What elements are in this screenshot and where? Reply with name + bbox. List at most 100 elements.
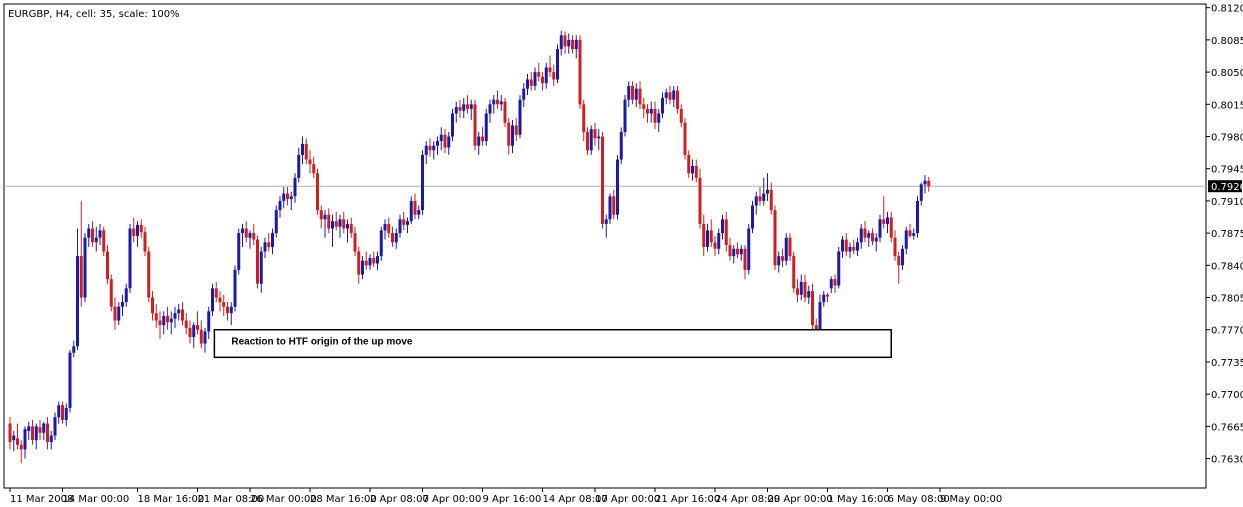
candle-body bbox=[586, 131, 589, 151]
candle-body bbox=[297, 154, 301, 178]
candle-body bbox=[136, 224, 139, 236]
candle bbox=[683, 118, 687, 160]
candle-body bbox=[436, 141, 439, 146]
y-tick-label: 0.8085 bbox=[1211, 36, 1243, 47]
candle-body bbox=[443, 134, 447, 148]
candle-body bbox=[589, 129, 593, 151]
candle-body bbox=[563, 35, 567, 47]
candle-body bbox=[364, 260, 368, 266]
candle-body bbox=[923, 180, 927, 185]
candle-body bbox=[271, 233, 274, 247]
candle-body bbox=[601, 136, 604, 224]
candle-body bbox=[64, 407, 68, 420]
y-tick-label: 0.8015 bbox=[1211, 100, 1243, 111]
candle-body bbox=[301, 143, 304, 155]
candle bbox=[484, 108, 488, 146]
candle-body bbox=[143, 232, 147, 252]
candle-body bbox=[496, 99, 499, 105]
candle-body bbox=[541, 76, 544, 84]
candle-body bbox=[244, 228, 248, 238]
symbol-label: EURGBP, H4, cell: 35, scale: 100% bbox=[8, 9, 180, 20]
candle-body bbox=[691, 165, 694, 174]
candle-body bbox=[121, 302, 124, 307]
candle-body bbox=[661, 97, 664, 114]
candle bbox=[237, 228, 241, 275]
candle-body bbox=[657, 113, 661, 123]
candle-body bbox=[634, 88, 638, 100]
candle-body bbox=[72, 346, 76, 353]
candle-body bbox=[406, 221, 409, 225]
candle-body bbox=[608, 196, 612, 220]
candle-body bbox=[732, 248, 736, 257]
candle-body bbox=[226, 306, 229, 314]
candle-body bbox=[316, 173, 319, 211]
x-tick-label: 9 Apr 16:00 bbox=[483, 494, 542, 505]
candle bbox=[784, 233, 788, 266]
candle-body bbox=[181, 309, 184, 321]
candle-body bbox=[19, 444, 23, 450]
candle-body bbox=[859, 228, 863, 243]
candle bbox=[211, 283, 214, 316]
candle-body bbox=[53, 417, 57, 436]
candle-body bbox=[199, 329, 203, 344]
candle-body bbox=[372, 257, 376, 264]
candle-body bbox=[237, 233, 241, 270]
candle-body bbox=[556, 49, 559, 80]
candle-body bbox=[788, 237, 792, 257]
candle-body bbox=[567, 39, 571, 47]
candle-body bbox=[717, 233, 721, 249]
candle bbox=[256, 235, 259, 289]
candle-body bbox=[398, 219, 402, 234]
candle-body bbox=[128, 228, 132, 289]
candle-body bbox=[638, 88, 642, 105]
candle-body bbox=[676, 90, 679, 109]
candle-body bbox=[856, 242, 859, 251]
candle-body bbox=[529, 79, 533, 86]
candle-body bbox=[897, 256, 901, 266]
candle-body bbox=[766, 189, 769, 194]
candle-body bbox=[901, 248, 904, 266]
candle bbox=[473, 99, 477, 151]
candle-body bbox=[548, 67, 552, 73]
candle-body bbox=[248, 233, 252, 238]
candle-body bbox=[574, 39, 578, 50]
candle-body bbox=[338, 219, 342, 227]
candle-body bbox=[91, 228, 94, 243]
candle-body bbox=[837, 251, 841, 286]
candle-body bbox=[597, 136, 601, 139]
candle-body bbox=[312, 164, 316, 174]
candle-body bbox=[492, 99, 496, 105]
candle-body bbox=[751, 205, 754, 229]
candle-body bbox=[777, 256, 781, 266]
candle-body bbox=[31, 426, 34, 441]
candle-body bbox=[451, 113, 454, 137]
candle bbox=[109, 274, 113, 312]
candle-body bbox=[803, 281, 807, 298]
candle-body bbox=[874, 237, 878, 242]
candle-body bbox=[893, 237, 897, 257]
y-axis: 0.8120 0.8085 0.8050 0.8015 0.7980 0.7945 0.79… bbox=[1206, 4, 1243, 466]
candle-body bbox=[526, 79, 529, 89]
candle-body bbox=[514, 125, 518, 135]
candle-body bbox=[672, 90, 676, 100]
candle bbox=[316, 168, 319, 215]
candle-body bbox=[289, 196, 293, 200]
x-tick-label: 18 Mar 16:00 bbox=[138, 494, 205, 505]
candle-body bbox=[664, 92, 668, 98]
candle-body bbox=[188, 327, 192, 338]
candle-body bbox=[207, 311, 211, 332]
y-tick-label: 0.7805 bbox=[1211, 294, 1243, 305]
candle-body bbox=[631, 85, 634, 100]
candle-body bbox=[263, 242, 267, 252]
candle-body bbox=[559, 35, 563, 50]
candle-body bbox=[679, 108, 683, 123]
candle-body bbox=[466, 104, 469, 109]
plot-area bbox=[3, 3, 1207, 489]
candle-body bbox=[747, 228, 751, 270]
candle-body bbox=[106, 251, 109, 280]
candle-body bbox=[109, 279, 113, 307]
candle bbox=[578, 35, 582, 109]
candle-body bbox=[259, 251, 263, 284]
candle-body bbox=[147, 251, 151, 298]
x-tick-label: 1 May 16:00 bbox=[828, 494, 890, 505]
